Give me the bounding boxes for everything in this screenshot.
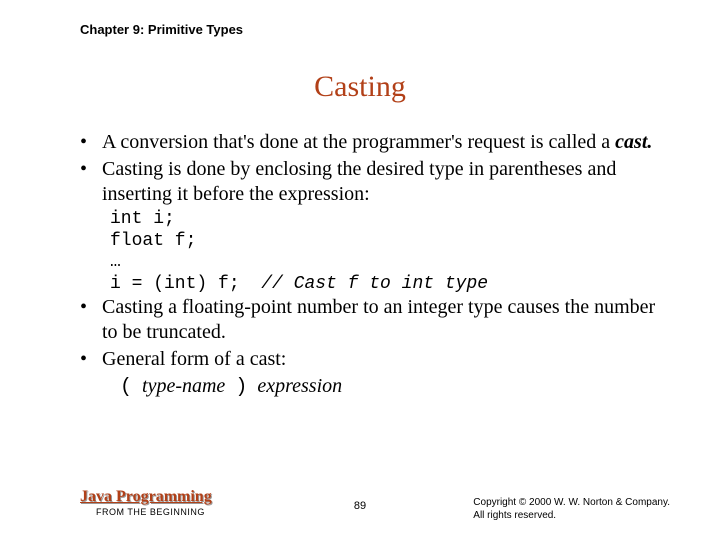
bullet-dot: • (80, 157, 102, 207)
bullet-3-text: Casting a floating-point number to an in… (102, 295, 660, 345)
cast-form: ( type-name ) expression (120, 374, 660, 400)
code-line-4a: i = (int) f; (110, 274, 261, 294)
bullet-dot: • (80, 295, 102, 345)
left-paren: ( (120, 376, 132, 399)
bullet-3: • Casting a floating-point number to an … (80, 295, 660, 345)
code-comment: // Cast f to int type (261, 274, 488, 294)
bullet-1: • A conversion that's done at the progra… (80, 130, 660, 155)
bullet-2-text: Casting is done by enclosing the desired… (102, 157, 660, 207)
bullet-text: A conversion that's done at the programm… (102, 130, 660, 155)
right-paren: ) (235, 376, 247, 399)
bullet-dot: • (80, 347, 102, 372)
bullet-dot: • (80, 130, 102, 155)
code-line-3: … (110, 252, 121, 272)
code-line-2: float f; (110, 231, 196, 251)
code-line-1: int i; (110, 209, 175, 229)
copyright-line-1: Copyright © 2000 W. W. Norton & Company. (473, 496, 670, 509)
copyright-line-2: All rights reserved. (473, 509, 670, 522)
content-area: • A conversion that's done at the progra… (80, 130, 660, 400)
expression: expression (257, 375, 342, 397)
copyright: Copyright © 2000 W. W. Norton & Company.… (473, 496, 670, 522)
code-block: int i; float f; … i = (int) f; // Cast f… (110, 209, 660, 295)
bullet-4-text: General form of a cast: (102, 347, 660, 372)
bullet-1-text: A conversion that's done at the programm… (102, 131, 615, 153)
cast-word: cast. (615, 131, 652, 153)
chapter-header: Chapter 9: Primitive Types (80, 22, 243, 37)
slide-title: Casting (0, 70, 720, 104)
bullet-4: • General form of a cast: (80, 347, 660, 372)
bullet-2: • Casting is done by enclosing the desir… (80, 157, 660, 207)
type-name: type-name (142, 375, 225, 397)
